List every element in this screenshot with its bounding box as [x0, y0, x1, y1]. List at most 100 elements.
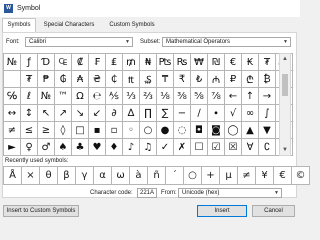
symbol-cell[interactable]: ↖: [38, 105, 55, 122]
tab-symbols[interactable]: Symbols: [2, 18, 36, 32]
symbol-cell[interactable]: ₧: [157, 54, 174, 71]
symbol-cell[interactable]: ∫: [259, 105, 276, 122]
symbol-cell[interactable]: ◊: [55, 122, 72, 139]
symbol-cell[interactable]: ₳: [72, 71, 89, 88]
insert-to-custom-symbols-button[interactable]: Insert to Custom Symbols: [3, 205, 79, 217]
symbol-cell[interactable]: ⅜: [174, 88, 191, 105]
symbol-cell[interactable]: ▪: [89, 122, 106, 139]
recent-symbol-cell[interactable]: ≠: [238, 167, 256, 185]
symbol-cell[interactable]: ℅: [4, 88, 21, 105]
symbol-cell[interactable]: −: [174, 105, 191, 122]
scroll-thumb[interactable]: [282, 74, 288, 96]
symbol-cell[interactable]: №: [4, 54, 21, 71]
symbol-cell[interactable]: ∕: [191, 105, 208, 122]
subset-select[interactable]: Mathematical Operators ▼: [162, 37, 291, 47]
font-select[interactable]: Calibri ▼: [25, 37, 133, 47]
symbol-cell[interactable]: ₴: [89, 71, 106, 88]
symbol-cell[interactable]: ↘: [72, 105, 89, 122]
symbol-cell[interactable]: ○: [140, 122, 157, 139]
symbol-cell[interactable]: ◯: [225, 122, 242, 139]
symbol-cell[interactable]: ●: [157, 122, 174, 139]
symbol-cell[interactable]: ⅓: [123, 88, 140, 105]
symbol-cell[interactable]: ►: [4, 139, 21, 156]
symbol-cell[interactable]: №: [38, 88, 55, 105]
symbol-cell[interactable]: ≠: [4, 122, 21, 139]
symbol-cell[interactable]: ₽: [225, 71, 242, 88]
symbol-cell[interactable]: ∂: [106, 105, 123, 122]
symbol-cell[interactable]: ₮: [21, 71, 38, 88]
symbol-cell[interactable]: ⅝: [191, 88, 208, 105]
recent-symbol-cell[interactable]: +: [202, 167, 220, 185]
symbol-cell[interactable]: ⅔: [140, 88, 157, 105]
symbol-cell[interactable]: ▲: [242, 122, 259, 139]
symbol-cell[interactable]: ₿: [259, 71, 276, 88]
symbol-cell[interactable]: ℓ: [21, 88, 38, 105]
tab-custom-symbols[interactable]: Custom Symbols: [104, 19, 160, 32]
symbol-cell[interactable]: ✓: [157, 139, 174, 156]
symbol-cell[interactable]: ₷: [140, 71, 157, 88]
symbol-cell[interactable]: ↙: [89, 105, 106, 122]
symbol-cell[interactable]: ₶: [123, 71, 140, 88]
symbol-cell[interactable]: ≤: [21, 122, 38, 139]
symbol-cell[interactable]: □: [72, 122, 89, 139]
recent-symbol-cell[interactable]: µ: [220, 167, 238, 185]
symbol-cell[interactable]: ₦: [140, 54, 157, 71]
symbol-cell[interactable]: ₱: [38, 71, 55, 88]
symbol-cell[interactable]: ₩: [191, 54, 208, 71]
symbol-cell[interactable]: Ω: [72, 88, 89, 105]
symbol-cell[interactable]: ◦: [123, 122, 140, 139]
scroll-down-icon[interactable]: ▼: [280, 145, 290, 155]
recent-symbol-cell[interactable]: ×: [22, 167, 40, 185]
symbol-cell[interactable]: ₪: [208, 54, 225, 71]
symbol-cell[interactable]: [4, 71, 21, 88]
symbol-cell[interactable]: ∀: [242, 139, 259, 156]
symbol-cell[interactable]: ◌: [174, 122, 191, 139]
cancel-button[interactable]: Cancel: [252, 205, 295, 217]
symbol-cell[interactable]: ™: [55, 88, 72, 105]
symbol-cell[interactable]: ♦: [106, 139, 123, 156]
symbol-cell[interactable]: ∑: [157, 105, 174, 122]
symbol-cell[interactable]: ↔: [4, 105, 21, 122]
symbol-cell[interactable]: ⅞: [208, 88, 225, 105]
symbol-cell[interactable]: ₮: [259, 54, 276, 71]
symbol-cell[interactable]: ₠: [55, 54, 72, 71]
symbol-cell[interactable]: ⅛: [157, 88, 174, 105]
symbol-cell[interactable]: ₵: [106, 71, 123, 88]
symbol-cell[interactable]: ₤: [106, 54, 123, 71]
recent-symbol-cell[interactable]: β: [58, 167, 76, 185]
recent-symbol-cell[interactable]: ˊ: [166, 167, 184, 185]
symbol-cell[interactable]: ₥: [123, 54, 140, 71]
symbol-cell[interactable]: ℮: [89, 88, 106, 105]
symbol-cell[interactable]: €: [225, 54, 242, 71]
character-code-input[interactable]: 221A: [137, 188, 157, 198]
insert-button[interactable]: Insert: [197, 205, 247, 217]
symbol-cell[interactable]: ₾: [242, 71, 259, 88]
symbol-cell[interactable]: Ɗ: [38, 54, 55, 71]
symbol-cell[interactable]: ₸: [157, 71, 174, 88]
recent-symbol-cell[interactable]: γ: [76, 167, 94, 185]
symbol-cell[interactable]: ◙: [208, 122, 225, 139]
recent-symbol-cell[interactable]: ©: [292, 167, 310, 185]
symbol-cell[interactable]: ₭: [242, 54, 259, 71]
symbol-cell[interactable]: ↑: [242, 88, 259, 105]
recent-symbol-cell[interactable]: θ: [40, 167, 58, 185]
grid-scrollbar[interactable]: ▲ ▼: [279, 53, 291, 156]
recent-symbol-cell[interactable]: α: [94, 167, 112, 185]
symbol-cell[interactable]: ₺: [191, 71, 208, 88]
symbol-cell[interactable]: ♥: [89, 139, 106, 156]
symbol-cell[interactable]: ∞: [242, 105, 259, 122]
symbol-cell[interactable]: ∁: [259, 139, 276, 156]
recent-symbol-cell[interactable]: ○: [184, 167, 202, 185]
symbol-cell[interactable]: ∆: [123, 105, 140, 122]
symbol-cell[interactable]: ☐: [191, 139, 208, 156]
symbol-cell[interactable]: ∙: [208, 105, 225, 122]
symbol-cell[interactable]: ∏: [140, 105, 157, 122]
recent-symbol-cell[interactable]: ¥: [256, 167, 274, 185]
symbol-cell[interactable]: ♂: [38, 139, 55, 156]
symbol-cell[interactable]: ◘: [191, 122, 208, 139]
symbol-cell[interactable]: ♀: [21, 139, 38, 156]
symbol-cell[interactable]: ƒ: [21, 54, 38, 71]
recent-symbol-cell[interactable]: ω: [112, 167, 130, 185]
from-select[interactable]: Unicode (hex) ▼: [178, 188, 282, 198]
symbol-cell[interactable]: ₼: [208, 71, 225, 88]
